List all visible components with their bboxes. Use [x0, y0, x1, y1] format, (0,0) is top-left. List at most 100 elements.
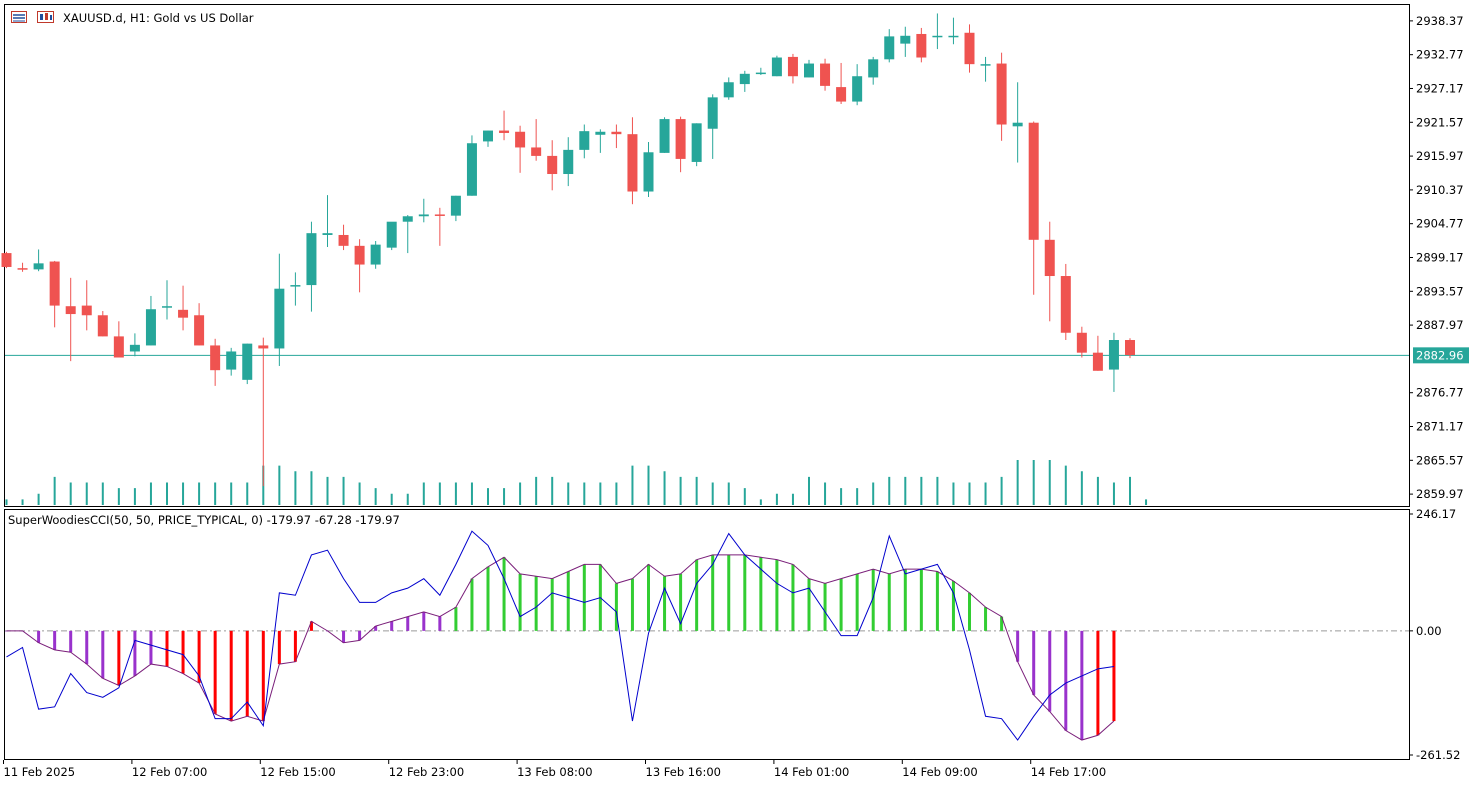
volume-bar: [358, 482, 361, 505]
candle-body: [162, 306, 172, 308]
candle-body: [868, 59, 879, 78]
volume-bar: [1129, 476, 1131, 505]
indicator-title: SuperWoodiesCCI(50, 50, PRICE_TYPICAL, 0…: [8, 513, 400, 527]
volume-bar: [37, 493, 40, 505]
candle-body: [145, 309, 156, 346]
candle-body: [354, 245, 365, 265]
candle-body: [916, 33, 927, 58]
volume-bar: [101, 482, 104, 505]
candle-body: [65, 306, 76, 315]
candle-body: [338, 234, 349, 246]
price-tick-label: 2893.57: [1416, 284, 1464, 298]
candle-body: [226, 351, 237, 370]
cci-hist-bar: [486, 566, 490, 631]
volume-bar: [1080, 471, 1083, 505]
volume-bar: [856, 488, 859, 505]
cci-hist-bar: [903, 569, 907, 631]
volume-bar: [214, 482, 217, 505]
candle-body: [771, 57, 782, 77]
candle: [691, 123, 702, 167]
volume-bar: [679, 476, 682, 505]
candle-body: [595, 131, 606, 135]
candle-body: [1108, 340, 1119, 370]
time-tick-label: 12 Feb 15:00: [260, 765, 335, 779]
candle-body: [707, 97, 718, 129]
candle-body: [33, 263, 44, 270]
time-tick-label: 14 Feb 01:00: [774, 765, 849, 779]
cci-hist-bar: [1112, 630, 1116, 722]
candle: [771, 55, 782, 77]
candle-body: [322, 233, 333, 235]
cci-hist-bar: [839, 578, 843, 631]
volume-bar: [406, 493, 409, 505]
cci-hist-bar: [261, 630, 265, 722]
candle-body: [466, 143, 477, 196]
cci-hist-bar: [1080, 630, 1084, 741]
candle-body: [1012, 122, 1023, 127]
volume-bar: [5, 499, 8, 505]
volume-bar: [631, 465, 634, 505]
current-price-label: 2882.96: [1416, 348, 1464, 362]
volume-bar: [1112, 482, 1115, 505]
volume-bar: [727, 482, 730, 505]
candle-body: [547, 155, 558, 175]
volume-bar: [711, 482, 714, 505]
volume-bar: [743, 488, 746, 505]
volume-bar: [53, 476, 56, 505]
candle-body: [290, 285, 301, 287]
chart-area: XAUUSD.d, H1: Gold vs US Dollar SuperWoo…: [1, 4, 1469, 779]
volume-bar: [1000, 476, 1003, 505]
candle: [386, 221, 397, 251]
cci-hist-bar: [1048, 630, 1052, 712]
candle: [659, 117, 670, 153]
candle-body: [515, 131, 526, 148]
candle-body: [1060, 276, 1071, 333]
cci-hist-bar: [390, 621, 394, 631]
volume-bar: [326, 476, 329, 505]
price-tick-label: 2865.57: [1416, 453, 1464, 467]
volume-bar: [198, 482, 201, 505]
cci-hist-bar: [149, 630, 153, 665]
cci-hist-bar: [165, 630, 169, 667]
time-tick-label: 11 Feb 2025: [4, 765, 76, 779]
candle-body: [852, 76, 863, 102]
volume-bar: [1064, 465, 1067, 505]
volume-bar: [310, 471, 313, 505]
volume-bar: [166, 482, 168, 505]
cci-hist-bar: [695, 559, 699, 631]
candle-body: [49, 261, 60, 306]
candle-body: [129, 344, 140, 352]
symbol-properties-icon[interactable]: [37, 11, 54, 23]
main-chart-frame: [4, 4, 1410, 507]
volume-bar: [21, 499, 24, 505]
candle-body: [563, 149, 574, 175]
cci-hist-bar: [582, 564, 586, 631]
chart-window-icon[interactable]: [11, 11, 27, 23]
volume-bar: [984, 482, 987, 505]
candle-body: [948, 35, 959, 38]
cci-hist-bar: [37, 630, 41, 643]
candle-body: [450, 195, 461, 216]
cci-hist-bar: [647, 564, 650, 631]
indicator-tick-label: 246.17: [1416, 507, 1456, 521]
volume-bar: [567, 482, 570, 505]
candle-body: [900, 35, 911, 44]
volume-bar: [149, 482, 152, 505]
volume-bar: [647, 465, 650, 505]
volume-bar: [824, 482, 827, 505]
candle-body: [643, 152, 654, 192]
cci-hist-bar: [117, 630, 121, 686]
price-tick-label: 2904.77: [1416, 217, 1464, 231]
cci-hist-bar: [406, 616, 410, 631]
cci-hist-bar: [727, 554, 731, 631]
cci-hist-bar: [502, 557, 506, 631]
volume-bar: [294, 471, 297, 505]
candle: [466, 135, 477, 196]
candle-body: [418, 214, 429, 217]
candle-body: [97, 315, 108, 337]
volume-bar: [872, 482, 875, 505]
candle-body: [113, 336, 124, 358]
volume-bar: [133, 488, 136, 505]
candle-body: [627, 134, 638, 192]
price-tick-label: 2921.57: [1416, 115, 1464, 129]
